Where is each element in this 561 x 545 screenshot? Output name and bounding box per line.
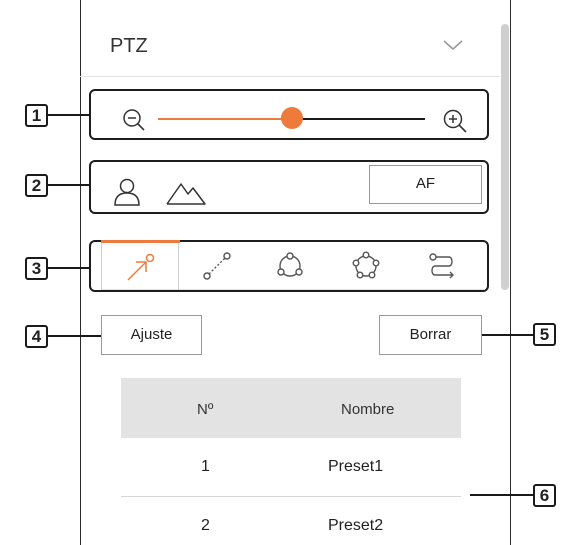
row-name[interactable]: Preset2: [328, 517, 383, 535]
callout-leader: [48, 335, 101, 337]
callout-4: 4: [25, 325, 48, 348]
adjust-button[interactable]: Ajuste: [101, 315, 202, 355]
person-icon[interactable]: [112, 177, 142, 207]
row-number: 1: [201, 458, 210, 475]
callout-3: 3: [25, 257, 48, 280]
callout-leader: [48, 114, 89, 116]
column-header-name: Nombre: [341, 401, 395, 418]
callout-leader: [48, 184, 89, 186]
row-name[interactable]: Preset1: [328, 458, 383, 476]
scrollbar[interactable]: [501, 24, 509, 290]
callout-leader: [470, 494, 533, 496]
row-divider: [121, 496, 461, 497]
zoom-slider-fill[interactable]: [158, 118, 292, 120]
ptz-header[interactable]: PTZ: [80, 0, 500, 77]
callout-1: 1: [25, 104, 48, 127]
column-header-number: Nº: [197, 401, 214, 418]
group-icon[interactable]: [273, 249, 307, 283]
preset-arrow-icon[interactable]: [124, 250, 158, 284]
trace-icon[interactable]: [425, 249, 459, 283]
delete-button[interactable]: Borrar: [379, 315, 482, 355]
swing-icon[interactable]: [200, 249, 234, 283]
chevron-down-icon[interactable]: [442, 38, 464, 52]
callout-6: 6: [533, 484, 556, 507]
ptz-title: PTZ: [110, 35, 148, 57]
callout-leader: [48, 267, 89, 269]
zoom-slider-thumb[interactable]: [281, 107, 303, 129]
table-header: [121, 378, 461, 438]
callout-leader: [482, 334, 533, 336]
zoom-slider-track[interactable]: [292, 118, 425, 120]
callout-5: 5: [533, 323, 556, 346]
tour-icon[interactable]: [349, 249, 383, 283]
zoom-in-icon[interactable]: [442, 108, 468, 134]
af-button[interactable]: AF: [369, 165, 482, 204]
row-number: 2: [201, 517, 210, 534]
callout-2: 2: [25, 174, 48, 197]
mountain-icon[interactable]: [165, 177, 207, 207]
zoom-out-icon[interactable]: [122, 108, 146, 132]
